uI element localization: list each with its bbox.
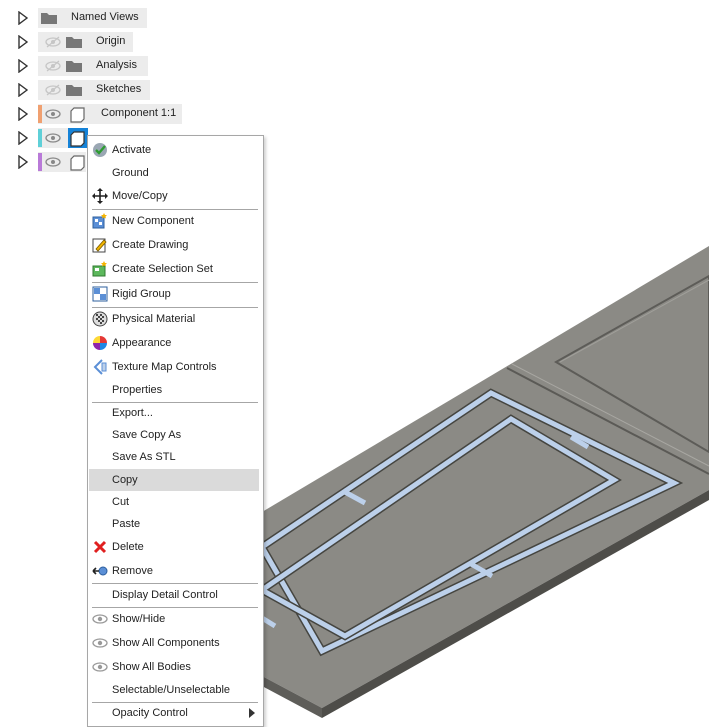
component-icon <box>70 107 86 126</box>
menu-item-opacity-control[interactable]: Opacity Control <box>89 702 259 724</box>
menu-item-save-as-stl[interactable]: Save As STL <box>89 446 259 468</box>
rigid-group-icon <box>92 286 108 302</box>
tree-label: Sketches <box>96 83 142 95</box>
new-component-icon <box>92 213 108 229</box>
menu-item-ground[interactable]: Ground <box>89 162 259 184</box>
tree-row-sketches[interactable]: Sketches <box>0 79 230 101</box>
context-menu: Activate Ground Move/Copy New Component … <box>87 135 264 727</box>
menu-item-export[interactable]: Export... <box>89 402 259 424</box>
tree-label: Named Views <box>71 11 139 23</box>
tree-row-origin[interactable]: Origin <box>0 31 230 53</box>
eye-icon <box>92 659 108 675</box>
physical-material-icon <box>92 311 108 327</box>
menu-item-properties[interactable]: Properties <box>89 379 259 401</box>
folder-icon <box>66 59 82 75</box>
create-drawing-icon <box>92 237 108 253</box>
component-icon <box>70 131 86 150</box>
menu-item-physical-material[interactable]: Physical Material <box>89 308 259 330</box>
menu-item-move-copy[interactable]: Move/Copy <box>89 185 259 207</box>
menu-item-show-hide[interactable]: Show/Hide <box>89 608 259 630</box>
remove-icon <box>92 563 108 579</box>
menu-item-rigid-group[interactable]: Rigid Group <box>89 283 259 305</box>
eye-icon[interactable] <box>45 132 61 147</box>
eye-icon[interactable] <box>45 156 61 171</box>
move-icon <box>92 188 108 204</box>
menu-item-appearance[interactable]: Appearance <box>89 332 259 354</box>
eye-icon[interactable] <box>45 108 61 123</box>
menu-item-selectable-unselectable[interactable]: Selectable/Unselectable <box>89 679 259 701</box>
menu-item-create-selection-set[interactable]: Create Selection Set <box>89 258 259 280</box>
menu-item-show-all-components[interactable]: Show All Components <box>89 632 259 654</box>
folder-icon <box>66 35 82 51</box>
component-color-bar <box>38 153 42 171</box>
plate-top-surface <box>262 246 709 708</box>
eye-icon <box>92 611 108 627</box>
check-icon <box>92 142 108 158</box>
selection-set-icon <box>92 261 108 277</box>
menu-item-activate[interactable]: Activate <box>89 139 259 161</box>
eye-icon <box>92 635 108 651</box>
tree-label: Analysis <box>96 59 137 71</box>
component-color-bar <box>38 105 42 123</box>
delete-icon <box>92 539 108 555</box>
tree-row-named-views[interactable]: Named Views <box>0 7 230 29</box>
menu-item-create-drawing[interactable]: Create Drawing <box>89 234 259 256</box>
menu-item-paste[interactable]: Paste <box>89 513 259 535</box>
hidden-eye-icon[interactable] <box>45 60 61 75</box>
hidden-eye-icon[interactable] <box>45 36 61 51</box>
tree-row-analysis[interactable]: Analysis <box>0 55 230 77</box>
folder-icon <box>41 11 57 27</box>
tree-label: Component 1:1 <box>101 107 177 119</box>
menu-item-delete[interactable]: Delete <box>89 536 259 558</box>
menu-item-remove[interactable]: Remove <box>89 560 259 582</box>
menu-item-new-component[interactable]: New Component <box>89 210 259 232</box>
menu-item-save-copy-as[interactable]: Save Copy As <box>89 424 259 446</box>
appearance-icon <box>92 335 108 351</box>
tree-label: Origin <box>96 35 126 47</box>
submenu-arrow-icon <box>249 708 255 721</box>
folder-icon <box>66 83 82 99</box>
texture-map-icon <box>92 359 108 375</box>
component-color-bar <box>38 129 42 147</box>
menu-item-display-detail-control[interactable]: Display Detail Control <box>89 584 259 606</box>
component-icon <box>70 155 86 174</box>
menu-item-cut[interactable]: Cut <box>89 491 259 513</box>
menu-item-copy[interactable]: Copy <box>89 469 259 491</box>
hidden-eye-icon[interactable] <box>45 84 61 99</box>
tree-row-component-1[interactable]: Component 1:1 <box>0 103 230 125</box>
menu-item-show-all-bodies[interactable]: Show All Bodies <box>89 656 259 678</box>
menu-item-texture-map-controls[interactable]: Texture Map Controls <box>89 356 259 378</box>
